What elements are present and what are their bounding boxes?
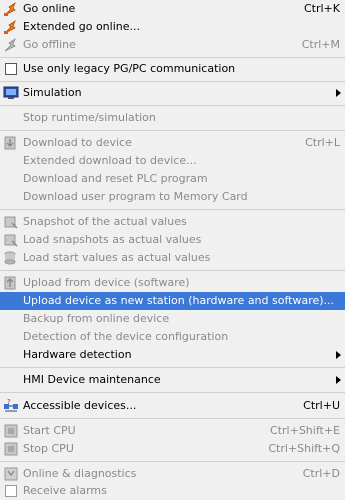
accessible-devices-icon: ? (3, 398, 19, 414)
menu-item-hardware-detection[interactable]: Hardware detection (0, 346, 345, 364)
separator (0, 105, 345, 106)
menu-item-start-cpu[interactable]: Start CPU Ctrl+Shift+E (0, 422, 345, 440)
menu-item-extended-download[interactable]: Extended download to device... (0, 152, 345, 170)
menu-item-label: Snapshot of the actual values (23, 215, 187, 228)
menu-item-label: Stop runtime/simulation (23, 111, 156, 124)
menu-item-shortcut: Ctrl+L (305, 136, 340, 149)
download-icon (3, 135, 19, 151)
menu-item-go-offline[interactable]: Go offline Ctrl+M (0, 36, 345, 54)
menu-item-label: Download to device (23, 136, 132, 149)
separator (0, 57, 345, 58)
menu-item-go-online[interactable]: Go online Ctrl+K (0, 0, 345, 18)
menu-item-load-snapshots[interactable]: Load snapshots as actual values (0, 231, 345, 249)
separator (0, 270, 345, 271)
simulation-icon (3, 85, 19, 101)
svg-text:?: ? (7, 398, 11, 406)
menu-item-shortcut: Ctrl+M (301, 38, 340, 51)
menu-item-load-start-values[interactable]: Load start values as actual values (0, 249, 345, 267)
menu-item-label: Simulation (23, 86, 82, 99)
menu-item-label: Receive alarms (23, 484, 107, 497)
menu-item-shortcut: Ctrl+U (303, 399, 340, 412)
menu-item-download-memory-card[interactable]: Download user program to Memory Card (0, 188, 345, 206)
menu-item-snapshot[interactable]: Snapshot of the actual values (0, 213, 345, 231)
stop-cpu-icon (3, 441, 19, 457)
online-menu: Go online Ctrl+K Extended go online... G… (0, 0, 345, 499)
menu-item-online-diagnostics[interactable]: Online & diagnostics Ctrl+D (0, 465, 345, 483)
menu-item-label: Go offline (23, 38, 76, 51)
separator (0, 461, 345, 462)
menu-item-stop-runtime[interactable]: Stop runtime/simulation (0, 109, 345, 127)
menu-item-upload-from-device[interactable]: Upload from device (software) (0, 274, 345, 292)
menu-item-label: Backup from online device (23, 312, 170, 325)
menu-item-label: Hardware detection (23, 348, 132, 361)
menu-item-download-to-device[interactable]: Download to device Ctrl+L (0, 134, 345, 152)
separator (0, 130, 345, 131)
menu-item-label: Detection of the device configuration (23, 330, 229, 343)
separator (0, 418, 345, 419)
go-online-icon (3, 1, 19, 17)
menu-item-download-reset[interactable]: Download and reset PLC program (0, 170, 345, 188)
menu-item-accessible-devices[interactable]: ? Accessible devices... Ctrl+U (0, 397, 345, 415)
menu-item-shortcut: Ctrl+K (303, 2, 340, 15)
menu-item-label: Upload device as new station (hardware a… (23, 294, 335, 307)
menu-item-backup[interactable]: Backup from online device (0, 310, 345, 328)
go-offline-icon (3, 37, 19, 53)
submenu-arrow-icon (336, 89, 341, 97)
menu-item-label: Extended download to device... (23, 154, 197, 167)
submenu-arrow-icon (336, 376, 341, 384)
menu-item-label: Stop CPU (23, 442, 74, 455)
menu-item-stop-cpu[interactable]: Stop CPU Ctrl+Shift+Q (0, 440, 345, 458)
menu-item-receive-alarms[interactable]: Receive alarms (0, 482, 345, 500)
menu-item-label: Start CPU (23, 424, 76, 437)
menu-item-label: Go online (23, 2, 76, 15)
separator (0, 81, 345, 82)
menu-item-hmi-maintenance[interactable]: HMI Device maintenance (0, 371, 345, 389)
menu-item-label: Load snapshots as actual values (23, 233, 202, 246)
alarm-checkbox-icon (3, 483, 19, 499)
menu-item-shortcut: Ctrl+D (302, 467, 340, 480)
menu-item-shortcut: Ctrl+Shift+E (270, 424, 340, 437)
upload-icon (3, 275, 19, 291)
checkbox-icon[interactable] (3, 61, 19, 77)
separator (0, 209, 345, 210)
menu-item-extended-go-online[interactable]: Extended go online... (0, 18, 345, 36)
menu-item-label: Upload from device (software) (23, 276, 190, 289)
submenu-arrow-icon (336, 351, 341, 359)
menu-item-label: Download and reset PLC program (23, 172, 208, 185)
menu-item-label: Accessible devices... (23, 399, 137, 412)
menu-item-label: Load start values as actual values (23, 251, 211, 264)
separator (0, 392, 345, 393)
extended-go-online-icon (3, 19, 19, 35)
start-cpu-icon (3, 423, 19, 439)
menu-item-label: Download user program to Memory Card (23, 190, 248, 203)
menu-item-shortcut: Ctrl+Shift+Q (268, 442, 340, 455)
database-icon (3, 250, 19, 266)
menu-item-simulation[interactable]: Simulation (0, 84, 345, 102)
separator (0, 367, 345, 368)
diagnostics-icon (3, 466, 19, 482)
menu-item-label: Extended go online... (23, 20, 140, 33)
menu-item-label: Online & diagnostics (23, 467, 137, 480)
menu-item-label: Use only legacy PG/PC communication (23, 62, 236, 75)
menu-item-label: HMI Device maintenance (23, 373, 161, 386)
load-snapshots-icon (3, 232, 19, 248)
snapshot-icon (3, 214, 19, 230)
menu-item-upload-new-station[interactable]: Upload device as new station (hardware a… (0, 292, 345, 310)
menu-item-legacy-pgpc[interactable]: Use only legacy PG/PC communication (0, 60, 345, 78)
menu-item-detect-config[interactable]: Detection of the device configuration (0, 328, 345, 346)
